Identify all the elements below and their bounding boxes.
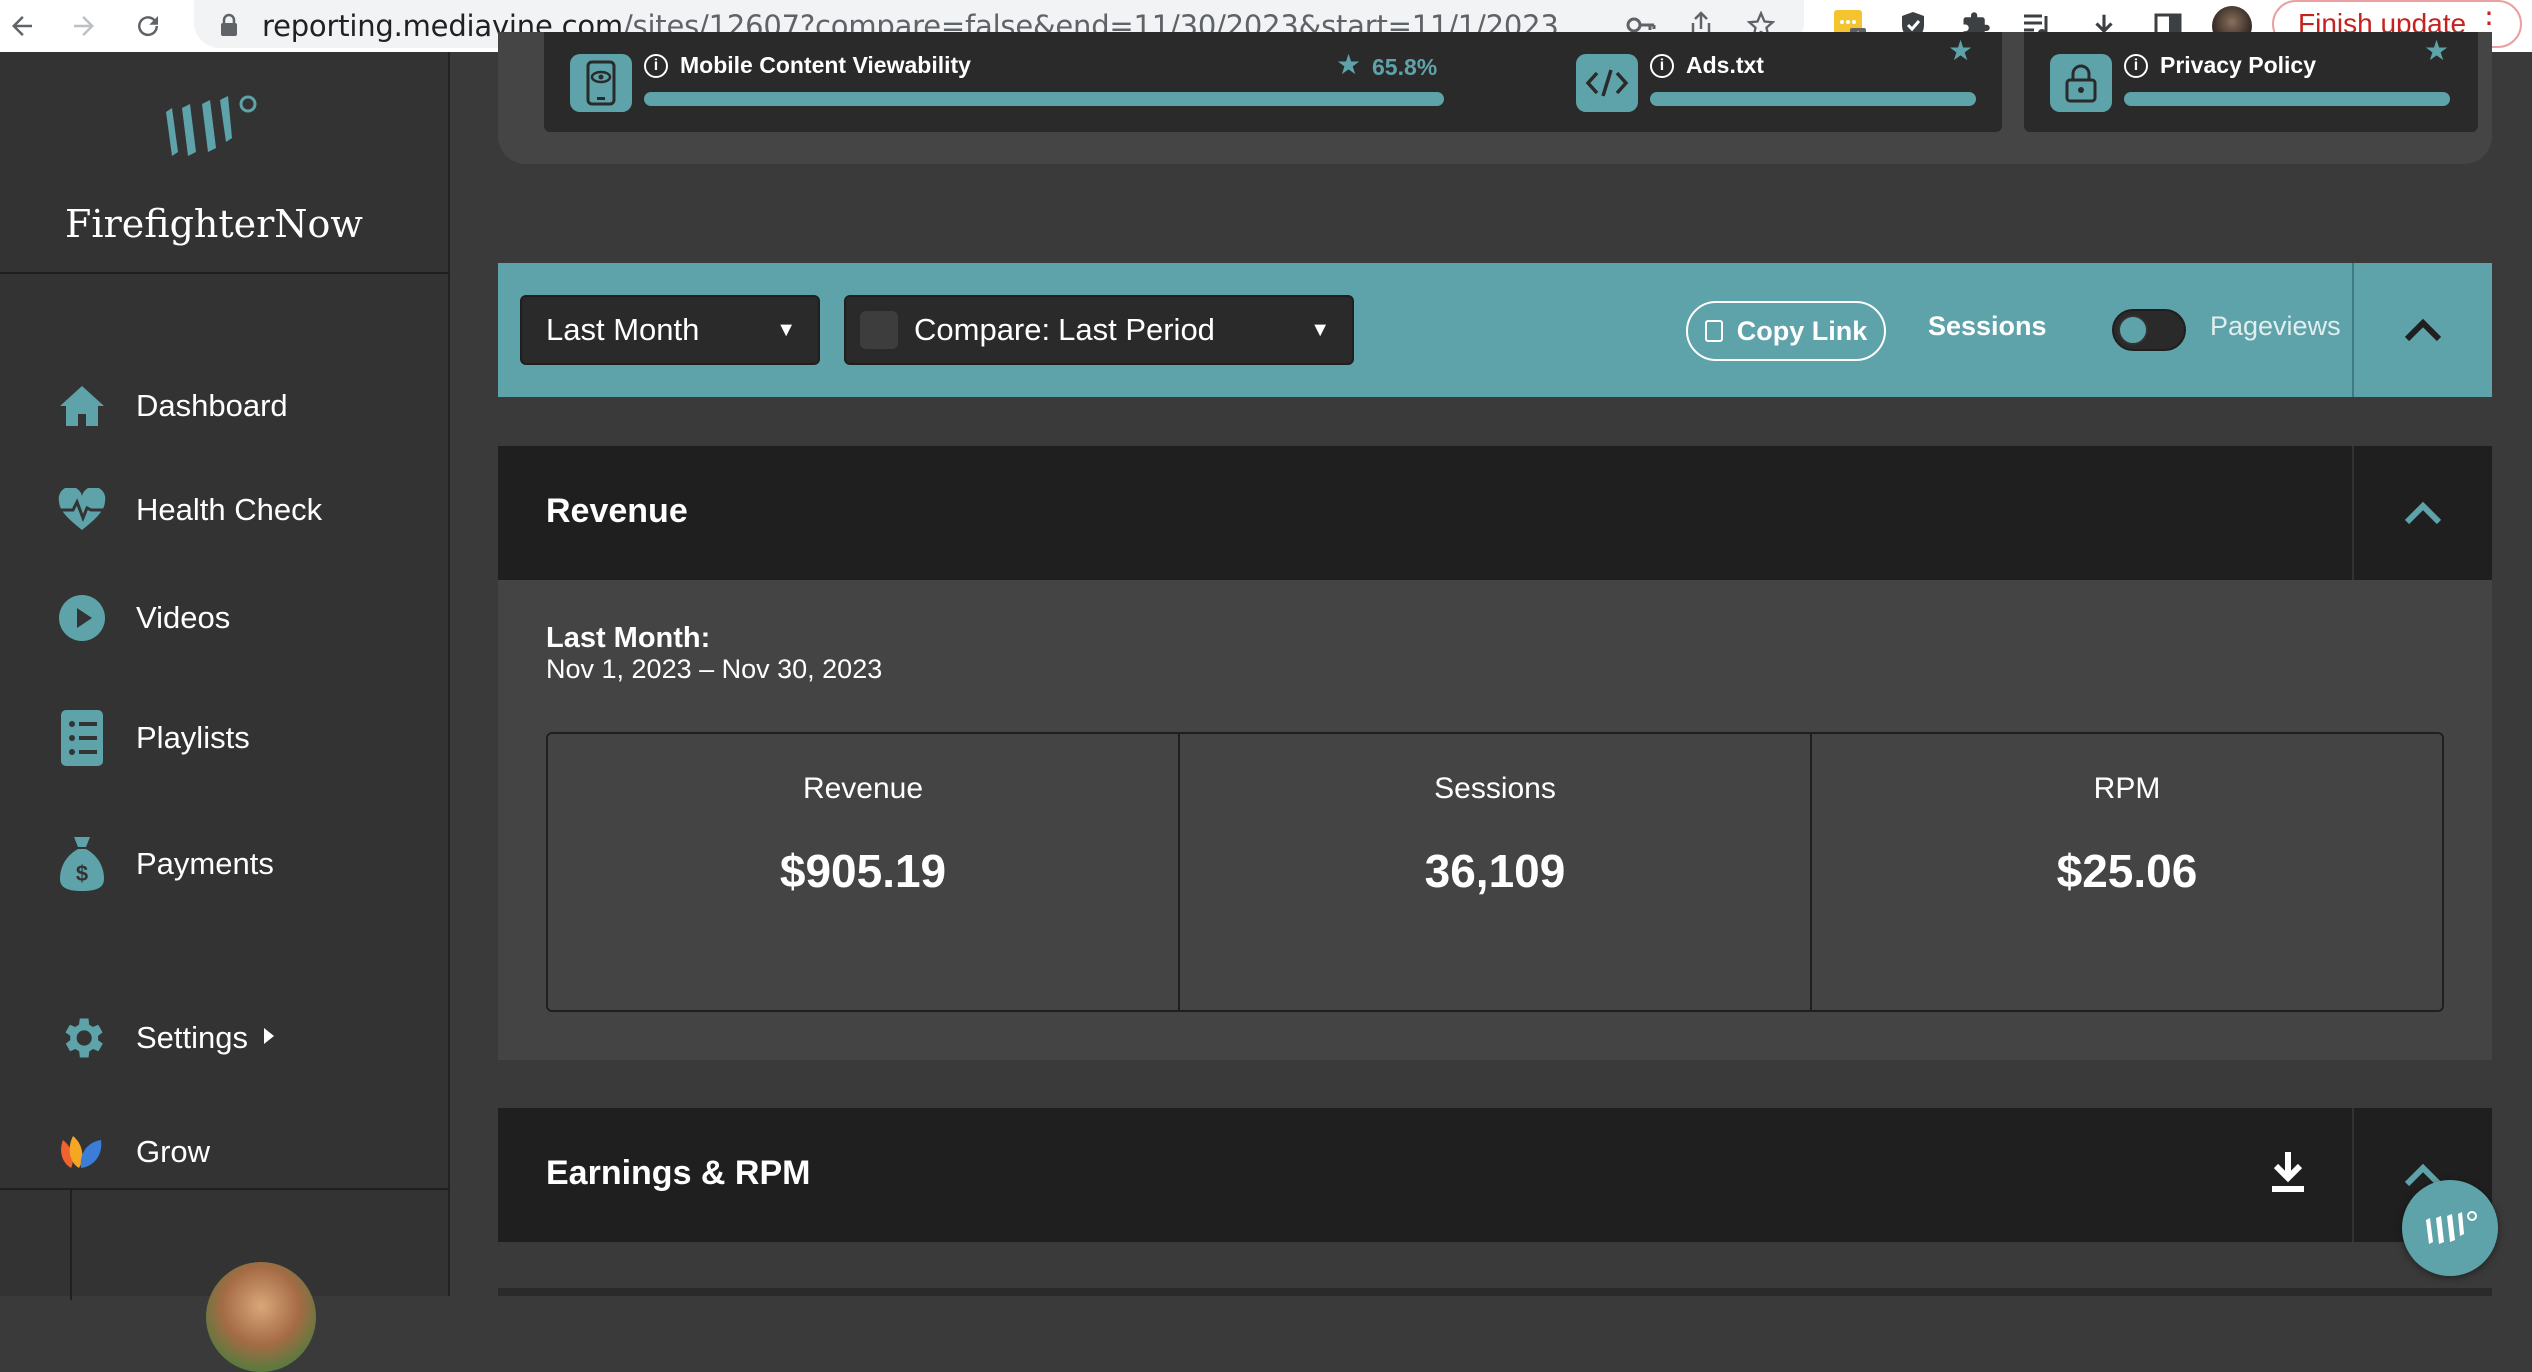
sidebar-divider — [70, 1190, 72, 1300]
revenue-section-header[interactable]: Revenue — [498, 446, 2492, 580]
site-name[interactable]: FirefighterNow — [0, 202, 428, 246]
sidebar-item-label: Grow — [136, 1134, 211, 1169]
compare-select[interactable]: Compare: Last Period ▼ — [844, 295, 1354, 365]
stat-label: Revenue — [802, 772, 924, 805]
back-icon[interactable] — [4, 8, 40, 44]
sidebar-item-label: Payments — [136, 846, 274, 881]
info-icon[interactable]: i — [1650, 53, 1674, 78]
compare-label: Compare: — [914, 312, 1051, 347]
health-card-title: i Privacy Policy — [2124, 52, 2316, 79]
stat-label: Sessions — [1434, 772, 1556, 805]
revenue-stats: Revenue $905.19 Sessions 36,109 RPM $25.… — [546, 732, 2444, 1012]
gear-icon — [56, 1012, 108, 1064]
sidebar-item-label: Dashboard — [136, 388, 288, 423]
download-icon[interactable] — [2268, 1150, 2308, 1199]
avatar[interactable] — [206, 1262, 316, 1372]
sidebar-item-settings[interactable]: Settings — [56, 1008, 276, 1068]
chevron-up-icon — [2404, 318, 2442, 342]
sidebar-item-health-check[interactable]: Health Check — [56, 480, 322, 540]
stat-value: $25.06 — [2056, 845, 2198, 897]
sidebar-item-dashboard[interactable]: Dashboard — [56, 376, 288, 436]
stat-sessions: Sessions 36,109 — [1180, 734, 1812, 1010]
period-select[interactable]: Last Month ▼ — [520, 295, 820, 365]
period-range: Nov 1, 2023 – Nov 30, 2023 — [546, 654, 883, 684]
health-card-privacy-policy[interactable]: i Privacy Policy ★ — [2024, 32, 2478, 132]
stat-value: $905.19 — [779, 845, 947, 897]
sidebar-item-label: Videos — [136, 600, 231, 635]
sidebar-item-label: Health Check — [136, 492, 323, 527]
caret-right-icon — [262, 1026, 276, 1051]
svg-text:$: $ — [76, 861, 88, 886]
revenue-section-body: Last Month: Nov 1, 2023 – Nov 30, 2023 R… — [498, 580, 2492, 1060]
code-icon — [1576, 54, 1638, 112]
star-icon: ★ — [2424, 35, 2450, 66]
health-card-progress-bar — [1650, 92, 1976, 106]
sidebar-item-label: Playlists — [136, 720, 250, 755]
sidebar-item-grow[interactable]: Grow — [56, 1122, 210, 1182]
section-title: Revenue — [546, 492, 688, 530]
caret-down-icon: ▼ — [776, 319, 796, 341]
sidebar-item-videos[interactable]: Videos — [56, 588, 230, 648]
lock-icon[interactable] — [212, 8, 246, 42]
health-card-progress-bar — [644, 92, 1444, 106]
health-card-mobile-viewability[interactable]: i Mobile Content Viewability ★ 65.8% — [544, 32, 1580, 132]
forward-icon[interactable] — [66, 8, 102, 44]
copy-icon — [1704, 320, 1723, 342]
toggle-knob — [2118, 315, 2148, 345]
mediavine-logo-icon[interactable] — [160, 92, 260, 169]
stat-rpm: RPM $25.06 — [1812, 734, 2442, 1010]
list-icon — [56, 710, 108, 766]
filter-collapse-button[interactable] — [2352, 263, 2492, 397]
toggle-sessions-label[interactable]: Sessions — [1928, 311, 2047, 342]
period-label: Last Month: — [546, 622, 711, 654]
play-icon — [56, 592, 108, 644]
stat-revenue: Revenue $905.19 — [548, 734, 1180, 1010]
toggle-pageviews-label[interactable]: Pageviews — [2210, 311, 2341, 342]
earnings-section-header[interactable]: Earnings & RPM — [498, 1108, 2492, 1242]
star-icon: ★ — [1948, 35, 1974, 66]
health-card-title: i Mobile Content Viewability — [644, 52, 971, 79]
home-icon — [56, 380, 108, 432]
main-content: i Mobile Content Viewability ★ 65.8% i Ads… — [452, 32, 2532, 1296]
reload-icon[interactable] — [130, 8, 166, 44]
sidebar-divider — [0, 1188, 450, 1190]
viewability-percent: 65.8% — [1372, 54, 1438, 80]
money-bag-icon: $ — [56, 837, 108, 891]
mediavine-logo-icon — [2426, 1211, 2477, 1244]
health-card-ads-txt[interactable]: i Ads.txt ★ — [1550, 32, 2002, 132]
period-select-value: Last Month — [546, 312, 700, 347]
section-title: Earnings & RPM — [546, 1154, 811, 1192]
health-card-progress-bar — [2124, 92, 2450, 106]
mobile-eye-icon — [570, 54, 632, 112]
compare-select-value: Last Period — [1058, 312, 1215, 347]
info-icon[interactable]: i — [2124, 53, 2148, 78]
sidebar-divider — [0, 272, 450, 274]
chart-area-top — [498, 1288, 2492, 1296]
chevron-up-icon — [2404, 501, 2442, 525]
sidebar-item-playlists[interactable]: Playlists — [56, 708, 250, 768]
star-icon: ★ — [1336, 49, 1362, 80]
stat-value: 36,109 — [1424, 845, 1566, 897]
grow-logo-icon — [56, 1126, 108, 1178]
heartbeat-icon — [56, 484, 108, 536]
sidebar: FirefighterNow Dashboard Health Check Vi… — [0, 52, 450, 1372]
compare-checkbox[interactable] — [860, 311, 898, 349]
filter-bar: Last Month ▼ Compare: Last Period ▼ Copy… — [498, 263, 2492, 397]
caret-down-icon: ▼ — [1310, 319, 1330, 341]
copy-link-button[interactable]: Copy Link — [1686, 301, 1886, 361]
sidebar-item-payments[interactable]: $ Payments — [56, 834, 274, 894]
stat-label: RPM — [2093, 772, 2161, 805]
health-check-panel: i Mobile Content Viewability ★ 65.8% i Ads… — [498, 32, 2492, 164]
revenue-collapse-button[interactable] — [2352, 446, 2492, 580]
sidebar-item-label: Settings — [136, 1020, 249, 1055]
info-icon[interactable]: i — [644, 53, 668, 78]
copy-link-label: Copy Link — [1736, 315, 1868, 346]
health-card-title: i Ads.txt — [1650, 52, 1764, 79]
lock-icon — [2050, 54, 2112, 112]
help-chat-button[interactable] — [2402, 1180, 2498, 1276]
sessions-pageviews-toggle[interactable] — [2112, 309, 2186, 351]
